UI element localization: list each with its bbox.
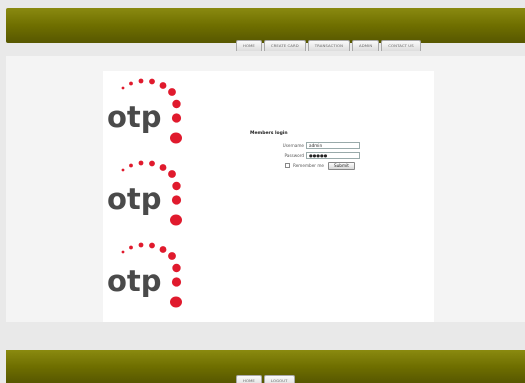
otp-logo-graphic: otp: [107, 78, 182, 144]
otp-logo: otp: [103, 156, 193, 236]
otp-logo-graphic: otp: [107, 242, 182, 308]
top-nav: HOME CREATE CARD TRANSACTION ADMIN CONTA…: [236, 40, 421, 51]
nav-logout[interactable]: LOGOUT: [263, 375, 295, 383]
main-content: otp otp otp Members login Username admin…: [103, 71, 434, 322]
username-row: Username: [250, 140, 360, 150]
login-title: Members login: [250, 131, 288, 136]
otp-logo-text: otp: [107, 100, 162, 134]
footer-bar: HOME LOGOUT: [6, 350, 525, 383]
otp-logo-graphic: otp: [107, 160, 182, 226]
username-input[interactable]: [306, 141, 360, 149]
remember-label: Remember me: [293, 163, 324, 168]
remember-checkbox[interactable]: [285, 163, 290, 168]
username-label: Username: [282, 142, 304, 148]
otp-logo: otp: [103, 238, 193, 318]
remember-row: Remember me Submit: [285, 160, 390, 171]
nav-home[interactable]: HOME: [236, 375, 262, 383]
page: HOME CREATE CARD TRANSACTION ADMIN CONTA…: [0, 0, 525, 383]
nav-home[interactable]: HOME: [236, 40, 262, 51]
password-row: Password: [250, 150, 360, 160]
nav-transaction[interactable]: TRANSACTION: [307, 40, 351, 51]
submit-button[interactable]: Submit: [327, 161, 355, 170]
otp-logo-text: otp: [107, 182, 162, 216]
nav-contact-us[interactable]: CONTACT US: [381, 40, 421, 51]
password-label: Password: [284, 152, 304, 158]
password-input[interactable]: [306, 151, 360, 159]
nav-create-card[interactable]: CREATE CARD: [263, 40, 306, 51]
nav-admin[interactable]: ADMIN: [352, 40, 380, 51]
bottom-nav: HOME LOGOUT: [236, 375, 295, 383]
header-bar: HOME CREATE CARD TRANSACTION ADMIN CONTA…: [6, 8, 525, 51]
otp-logo-text: otp: [107, 264, 162, 298]
otp-logo: otp: [103, 74, 193, 154]
login-form: Members login Username Password Remember…: [250, 131, 390, 171]
